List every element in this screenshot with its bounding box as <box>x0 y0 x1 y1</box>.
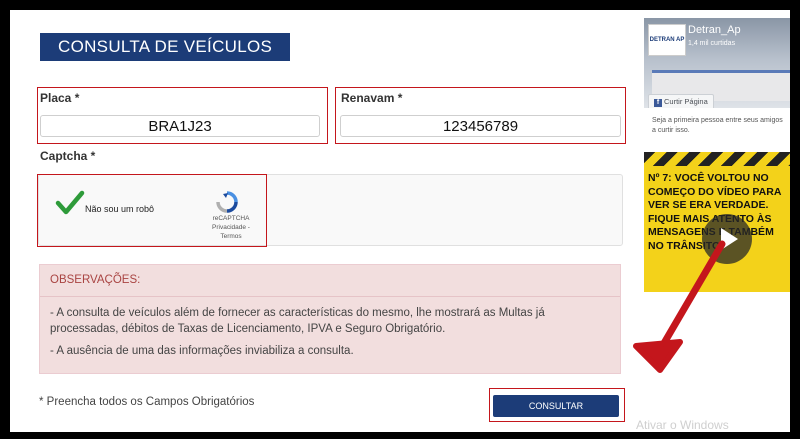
observation-line: - A ausência de uma das informações invi… <box>50 345 354 357</box>
facebook-like-button[interactable]: f Curtir Página <box>648 94 714 108</box>
warning-stripe <box>644 152 790 166</box>
windows-activation-watermark: Ativar o Windows <box>636 418 729 432</box>
observation-line: - A consulta de veículos além de fornece… <box>50 307 545 335</box>
required-fields-note: * Preencha todos os Campos Obrigatórios <box>39 396 255 408</box>
observations-divider <box>40 296 620 297</box>
renavam-highlight <box>335 87 626 144</box>
facebook-cover-image: DETRAN AP Detran_Ap 1,4 mil curtidas f Cu… <box>644 18 790 108</box>
observations-panel: OBSERVAÇÕES: - A consulta de veículos al… <box>39 264 621 374</box>
page-title: CONSULTA DE VEÍCULOS <box>40 33 290 61</box>
facebook-prompt: Seja a primeira pessoa entre seus amigos… <box>652 117 783 134</box>
observations-title: OBSERVAÇÕES: <box>50 274 141 286</box>
captcha-label: Captcha * <box>40 149 96 163</box>
consultar-highlight <box>489 388 625 422</box>
red-arrow-annotation <box>633 240 726 373</box>
placa-highlight <box>37 87 328 144</box>
page-frame: CONSULTA DE VEÍCULOS Placa * BRA1J23 Ren… <box>10 10 790 432</box>
facebook-page-widget[interactable]: DETRAN AP Detran_Ap 1,4 mil curtidas f Cu… <box>644 18 790 151</box>
facebook-likes-count: 1,4 mil curtidas <box>688 40 736 47</box>
facebook-icon: f <box>654 99 662 107</box>
captcha-highlight <box>37 174 267 247</box>
facebook-page-name[interactable]: Detran_Ap <box>688 24 741 36</box>
detran-logo: DETRAN AP <box>648 24 686 56</box>
